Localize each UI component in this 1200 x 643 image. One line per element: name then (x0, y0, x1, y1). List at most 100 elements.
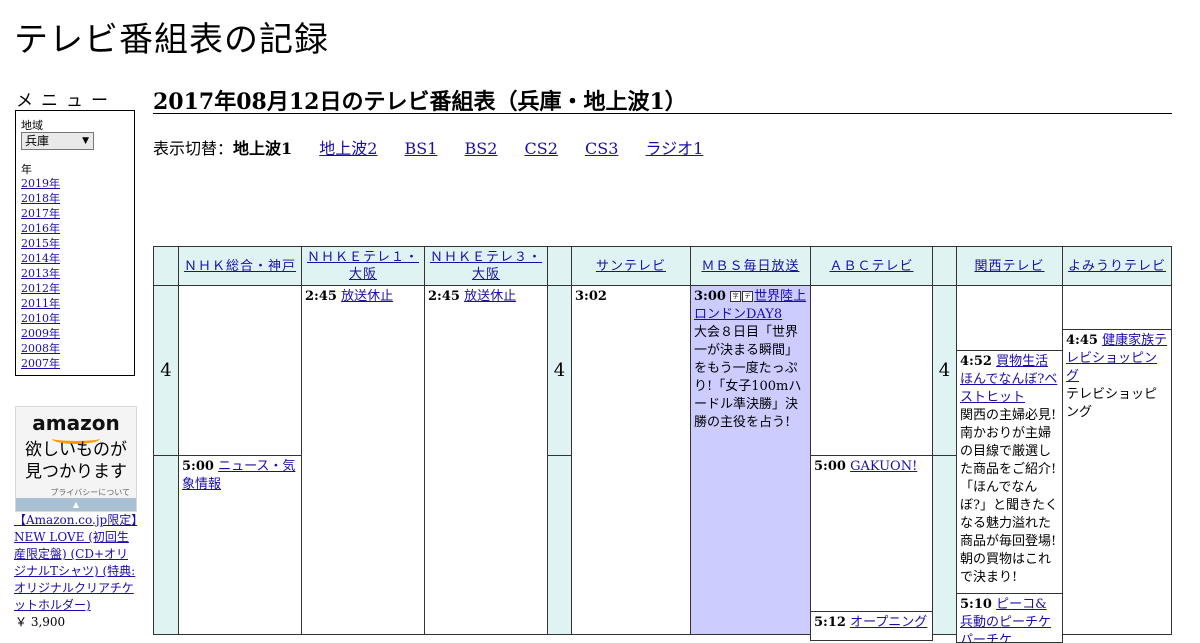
program-time: 3:00 (694, 289, 726, 304)
year-label: 年 (21, 163, 32, 176)
program-cell: 3:00 字デ世界陸上ロンドンDAY8 大会８日目「世界一が決まる瞬間」をもう一… (690, 285, 811, 635)
switcher-link-bs2[interactable]: BS2 (465, 139, 498, 158)
program-cell-empty (956, 285, 1063, 351)
channel-link[interactable]: ＮＨＫＥテレ３・大阪 (427, 249, 545, 283)
program-time: 3:02 (575, 289, 607, 304)
program-time: 5:12 (814, 615, 846, 630)
program-time: 2:45 (305, 289, 337, 304)
tv-schedule-grid: ＮＨＫ総合・神戸 ＮＨＫＥテレ１・大阪 ＮＨＫＥテレ３・大阪 サンテレビ ＭＢＳ… (153, 246, 1172, 643)
year-link[interactable]: 2019年 (21, 177, 60, 190)
channel-link[interactable]: ＮＨＫＥテレ１・大阪 (304, 249, 422, 283)
ad-privacy-link[interactable]: プライバシーについて (50, 487, 130, 498)
program-cell: 4:52 買物生活ほんでなんぼ?ベストヒット 関西の主婦必見!南かおりが主婦の目… (956, 350, 1063, 594)
year-link[interactable]: 2013年 (21, 267, 60, 280)
program-time: 5:00 (814, 459, 846, 474)
year-link[interactable]: 2016年 (21, 222, 60, 235)
channel-link[interactable]: 関西テレビ (974, 258, 1044, 275)
view-switcher: 表示切替：地上波1 地上波2 BS1 BS2 CS2 CS3 ラジオ1 (153, 135, 703, 159)
chevron-up-icon: ▲ (72, 500, 80, 509)
program-time: 2:45 (428, 289, 460, 304)
ad-product-link[interactable]: 【Amazon.co.jp限定】NEW LOVE (初回生産限定盤) (CD+オ… (14, 512, 138, 614)
region-select-value: 兵庫 (25, 134, 50, 148)
chevron-down-icon: ▼ (82, 136, 89, 146)
program-title-link[interactable]: GAKUON! (850, 459, 917, 474)
year-link[interactable]: 2012年 (21, 282, 60, 295)
channel-header[interactable]: 関西テレビ (956, 246, 1063, 286)
ad-tagline-line2: 見つかります (25, 462, 127, 482)
hour-cell: 4 (153, 285, 179, 456)
channel-header[interactable]: ＮＨＫＥテレ１・大阪 (301, 246, 425, 286)
region-select[interactable]: 兵庫 ▼ (21, 132, 94, 150)
year-list: 2019年 2018年 2017年 2016年 2015年 2014年 2013… (21, 176, 60, 371)
program-time: 4:45 (1066, 333, 1098, 348)
year-link[interactable]: 2011年 (21, 297, 60, 310)
channel-header[interactable]: ＡＢＣテレビ (810, 246, 933, 286)
hour-column-header (153, 246, 179, 286)
program-time: 4:52 (960, 354, 992, 369)
switcher-link-cs2[interactable]: CS2 (525, 139, 558, 158)
channel-link[interactable]: ＭＢＳ毎日放送 (701, 258, 799, 275)
program-cell: 4:45 健康家族テレビショッピング テレビショッピング (1062, 329, 1172, 635)
switcher-current: 地上波1 (233, 139, 293, 158)
ad-expand-bar[interactable]: ▲ (16, 498, 136, 511)
channel-header[interactable]: ＮＨＫ総合・神戸 (178, 246, 302, 286)
program-title-link[interactable]: 放送休止 (341, 289, 393, 304)
region-label: 地域 (21, 119, 43, 132)
switcher-link-bs1[interactable]: BS1 (405, 139, 438, 158)
menu-heading: メニュー (16, 91, 116, 111)
program-title-link[interactable]: オープニング (850, 615, 927, 630)
switcher-link-cs3[interactable]: CS3 (585, 139, 618, 158)
program-description: 大会８日目「世界一が決まる瞬間」をもう一度たっぷり!「女子100mハードル準決勝… (694, 325, 802, 430)
ad-tagline: 欲しいものが 見つかります (16, 439, 136, 483)
program-cell: 5:10 ピーコ&兵動のピーチケパーチケ (956, 593, 1063, 643)
switcher-link-ground2[interactable]: 地上波2 (319, 139, 377, 158)
amazon-ad-banner[interactable]: amazon 欲しいものが 見つかります プライバシーについて ▲ (15, 406, 137, 512)
channel-link[interactable]: ＮＨＫ総合・神戸 (184, 258, 296, 275)
program-cell: 5:00 GAKUON! (810, 455, 933, 612)
year-link[interactable]: 2009年 (21, 327, 60, 340)
year-link[interactable]: 2018年 (21, 192, 60, 205)
program-cell: 2:45 放送休止 (424, 285, 548, 635)
channel-header[interactable]: ＭＢＳ毎日放送 (690, 246, 811, 286)
channel-link[interactable]: よみうりテレビ (1068, 258, 1166, 275)
switcher-label: 表示切替： (153, 139, 234, 158)
ad-product-price: ￥ 3,900 (15, 615, 66, 629)
year-link[interactable]: 2008年 (21, 342, 60, 355)
hour-column-header (932, 246, 957, 286)
subtitle-icon: 字 (730, 291, 742, 302)
site-title: テレビ番組表の記録 (14, 20, 329, 60)
hour-column-header (547, 246, 572, 286)
program-time: 5:10 (960, 597, 992, 612)
program-time: 5:00 (182, 459, 214, 474)
data-broadcast-icon: デ (742, 291, 754, 302)
channel-header[interactable]: サンテレビ (571, 246, 691, 286)
hour-cell (932, 455, 957, 635)
channel-link[interactable]: ＡＢＣテレビ (829, 258, 913, 275)
hour-cell (153, 455, 179, 635)
amazon-logo: amazon (32, 411, 120, 435)
menu-box: 地域 兵庫 ▼ 年 2019年 2018年 2017年 2016年 2015年 … (15, 110, 135, 376)
hour-cell (547, 455, 572, 635)
switcher-link-radio1[interactable]: ラジオ1 (646, 139, 704, 158)
hour-cell: 4 (547, 285, 572, 456)
ad-tagline-line1: 欲しいものが (25, 440, 127, 460)
year-link[interactable]: 2015年 (21, 237, 60, 250)
page-heading: 2017年08月12日のテレビ番組表（兵庫・地上波1） (153, 84, 1172, 115)
hour-cell: 4 (932, 285, 957, 456)
program-cell: 5:00 ニュース・気象情報 (178, 455, 302, 635)
program-cell-empty (810, 285, 933, 456)
channel-header[interactable]: よみうりテレビ (1062, 246, 1172, 286)
program-cell: 5:12 オープニング (810, 611, 933, 641)
program-cell-empty (1062, 285, 1172, 330)
channel-link[interactable]: サンテレビ (596, 258, 666, 275)
year-link[interactable]: 2010年 (21, 312, 60, 325)
year-link[interactable]: 2014年 (21, 252, 60, 265)
program-description: テレビショッピング (1066, 387, 1158, 420)
channel-header[interactable]: ＮＨＫＥテレ３・大阪 (424, 246, 548, 286)
program-title-link[interactable]: 放送休止 (464, 289, 516, 304)
program-description: 関西の主婦必見!南かおりが主婦の目線で厳選した商品をご紹介!「ほんでなんぼ?」と… (960, 408, 1058, 585)
program-cell: 2:45 放送休止 (301, 285, 425, 635)
year-link[interactable]: 2017年 (21, 207, 60, 220)
year-link[interactable]: 2007年 (21, 357, 60, 370)
program-cell-empty (178, 285, 302, 456)
